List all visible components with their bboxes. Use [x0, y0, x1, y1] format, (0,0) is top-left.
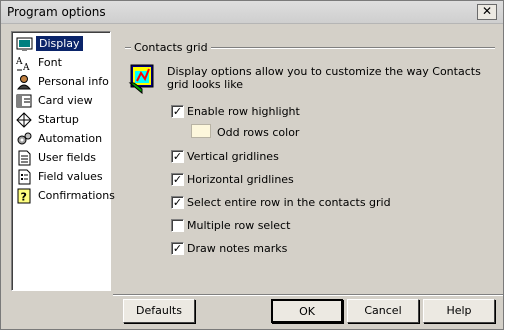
ok-button[interactable]: OK	[271, 299, 343, 323]
checkbox-label: Vertical gridlines	[187, 150, 279, 163]
nav-item-display[interactable]: Display	[14, 35, 109, 53]
list-icon	[18, 169, 31, 185]
svg-text:?: ?	[21, 191, 27, 204]
nav-item-label: Personal info	[38, 75, 109, 88]
font-icon: AA	[16, 57, 30, 71]
button-bar-divider	[113, 294, 503, 296]
checkbox-label: Draw notes marks	[187, 242, 288, 255]
question-icon: ?	[17, 188, 31, 204]
grid-options-icon	[128, 64, 154, 95]
nav-item-label: User fields	[38, 151, 97, 164]
person-icon	[16, 75, 32, 90]
program-options-dialog: Program options ✕ Display AA Font Person…	[0, 0, 504, 330]
checkbox[interactable]: ✓	[171, 150, 184, 163]
checkbox[interactable]: ✓	[171, 196, 184, 209]
nav-item-startup[interactable]: Startup	[14, 111, 109, 129]
gear-icon	[17, 132, 32, 145]
nav-item-label: Startup	[38, 113, 79, 126]
checkbox-label: Select entire row in the contacts grid	[187, 196, 391, 209]
document-icon	[18, 150, 31, 166]
close-icon: ✕	[481, 4, 493, 18]
odd-rows-color-label: Odd rows color	[217, 126, 300, 139]
svg-text:A: A	[16, 57, 23, 67]
checkbox[interactable]	[171, 219, 184, 232]
odd-rows-color-swatch[interactable]	[191, 124, 211, 138]
checkbox-label: Enable row highlight	[187, 105, 300, 118]
nav-item-automation[interactable]: Automation	[14, 130, 109, 148]
display-icon	[16, 37, 33, 51]
nav-item-label: Automation	[38, 132, 103, 145]
nav-item-user-fields[interactable]: User fields	[14, 149, 109, 167]
nav-item-confirmations[interactable]: ? Confirmations	[14, 187, 115, 205]
checkbox[interactable]: ✓	[171, 105, 184, 118]
title-bar[interactable]: Program options ✕	[1, 1, 503, 24]
startup-icon	[16, 112, 32, 128]
help-button[interactable]: Help	[423, 299, 495, 323]
nav-item-label: Display	[36, 36, 83, 51]
nav-item-label: Confirmations	[38, 189, 115, 202]
close-button[interactable]: ✕	[477, 4, 497, 20]
svg-text:A: A	[22, 63, 30, 71]
checkbox-label: Horizontal gridlines	[187, 173, 294, 186]
nav-item-label: Field values	[38, 170, 103, 183]
defaults-button[interactable]: Defaults	[123, 299, 195, 323]
nav-item-label: Card view	[38, 94, 93, 107]
checkbox-label: Multiple row select	[187, 219, 291, 232]
nav-item-personal-info[interactable]: Personal info	[14, 73, 109, 91]
cancel-button[interactable]: Cancel	[347, 299, 419, 323]
nav-item-font[interactable]: AA Font	[14, 54, 109, 72]
nav-item-card-view[interactable]: Card view	[14, 92, 109, 110]
panel-description: Display options allow you to customize t…	[167, 65, 481, 91]
options-category-list[interactable]: Display AA Font Personal info Card view …	[11, 31, 115, 291]
checkbox[interactable]: ✓	[171, 242, 184, 255]
nav-item-label: Font	[38, 56, 62, 69]
window-title: Program options	[7, 5, 106, 19]
group-title: Contacts grid	[131, 41, 211, 54]
nav-item-field-values[interactable]: Field values	[14, 168, 109, 186]
checkbox[interactable]: ✓	[171, 173, 184, 186]
card-icon	[16, 94, 32, 108]
